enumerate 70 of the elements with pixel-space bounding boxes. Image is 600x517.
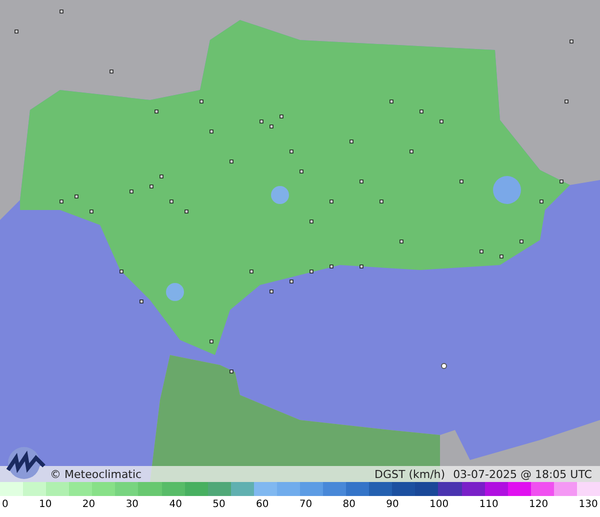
station-marker: [300, 170, 304, 174]
legend-tick-label: 130: [578, 499, 598, 510]
station-marker: [154, 110, 158, 114]
station-marker: [270, 290, 274, 294]
station-marker: [210, 130, 214, 134]
station-marker: [360, 180, 364, 184]
station-marker: [420, 110, 424, 114]
station-marker: [290, 280, 294, 284]
legend-tick-label: 40: [169, 499, 182, 510]
legend-tick-label: 70: [299, 499, 312, 510]
station-marker: [150, 184, 154, 188]
station-marker: [330, 200, 334, 204]
station-marker: [280, 114, 284, 118]
station-marker: [380, 200, 384, 204]
station-marker: [210, 340, 214, 344]
timestamp-label: 03-07-2025 @ 18:05 UTC: [453, 468, 592, 480]
station-marker: [120, 270, 124, 274]
station-marker: [160, 174, 164, 178]
station-marker: [440, 120, 444, 124]
credit-text: © Meteoclimatic: [50, 468, 142, 480]
station-marker: [560, 180, 564, 184]
station-marker: [140, 300, 144, 304]
station-marker: [130, 190, 134, 194]
station-marker: [90, 210, 94, 214]
legend-tick-label: 90: [386, 499, 399, 510]
station-marker: [310, 270, 314, 274]
station-marker: [520, 240, 524, 244]
station-marker: [441, 363, 447, 369]
station-marker: [570, 40, 574, 44]
station-marker: [110, 70, 114, 74]
station-marker: [14, 30, 18, 34]
station-marker: [230, 160, 234, 164]
legend-tick-label: 50: [212, 499, 226, 510]
variable-label: DGST (km/h): [374, 468, 446, 480]
station-marker: [290, 150, 294, 154]
station-marker: [480, 250, 484, 254]
gust-spot: [166, 283, 184, 301]
station-marker: [360, 264, 364, 268]
legend-tick-label: 80: [342, 499, 356, 510]
station-marker: [74, 194, 78, 198]
legend-tick-label: 60: [256, 499, 269, 510]
legend-tick-label: 120: [529, 499, 548, 510]
station-marker: [564, 100, 568, 104]
station-marker: [260, 120, 264, 124]
station-marker: [60, 10, 64, 14]
legend-tick-label: 20: [82, 499, 96, 510]
station-marker: [390, 100, 394, 104]
legend-tick-label: 110: [479, 499, 498, 510]
station-marker: [540, 200, 544, 204]
legend-tick-label: 10: [39, 499, 52, 510]
station-marker: [410, 150, 414, 154]
station-marker: [310, 220, 314, 224]
station-marker: [350, 140, 354, 144]
legend-tick-label: 30: [126, 499, 139, 510]
station-marker: [500, 254, 504, 258]
station-marker: [270, 124, 274, 128]
station-marker: [250, 270, 254, 274]
station-marker: [170, 200, 174, 204]
station-marker: [60, 200, 64, 204]
station-marker: [460, 180, 464, 184]
gust-spot: [271, 186, 289, 204]
station-marker: [230, 370, 234, 374]
gust-spot: [493, 176, 521, 204]
station-marker: [200, 100, 204, 104]
station-marker: [184, 210, 188, 214]
logo-icon: [4, 446, 48, 480]
station-marker: [400, 240, 404, 244]
station-marker: [330, 264, 334, 268]
legend-tick-label: 100: [430, 499, 449, 510]
legend-tick-label: 0: [2, 499, 8, 510]
